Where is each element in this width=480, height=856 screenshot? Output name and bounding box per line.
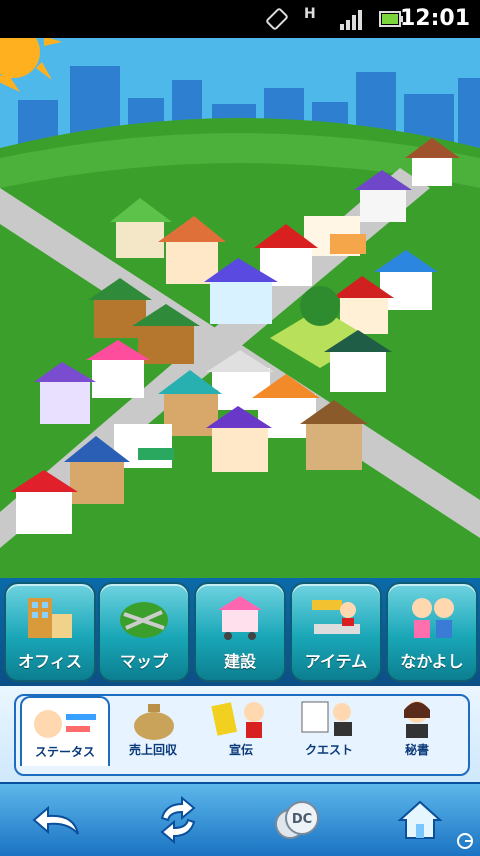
friends-icon [412,598,454,638]
money-bag-icon [134,704,174,740]
nav-items-button[interactable]: アイテム [290,582,382,682]
status-icon [34,710,96,738]
dc-coin-button[interactable]: DC [268,794,328,846]
tab-status[interactable]: ステータス [20,696,110,766]
tab-secretary[interactable]: 秘書 [374,696,460,764]
game-town-scene[interactable] [0,38,480,590]
signal-icon [340,10,362,30]
tab-collect-sales[interactable]: 売上回収 [110,696,196,764]
nav-items-label: アイテム [304,652,368,671]
nav-map-button[interactable]: マップ [98,582,190,682]
status-bar: H 12:01 [0,0,480,38]
back-arrow-icon [32,805,79,835]
tab-advertise[interactable]: 宣伝 [198,696,284,764]
quest-board-icon [301,701,352,736]
home-icon [397,800,443,839]
home-button[interactable] [390,794,450,846]
nav-map-label: マップ [119,652,168,671]
map-icon [120,602,168,638]
bottom-bar: DC [0,782,480,856]
construction-icon [218,596,262,640]
nav-office-button[interactable]: オフィス [4,582,96,682]
sub-nav: ステータス 売上回収 宣伝 クエスト 秘書 [0,686,480,782]
tab-quest-label: クエスト [304,743,353,757]
item-shop-icon [312,600,360,634]
watermark-logo-icon [457,833,473,849]
nav-friends-label: なかよし [400,652,464,671]
back-button[interactable] [28,794,88,846]
tab-advertise-label: 宣伝 [228,743,253,757]
nav-office-label: オフィス [18,652,82,671]
tab-collect-label: 売上回収 [128,743,177,757]
tab-status-label: ステータス [34,745,95,759]
refresh-icon [160,795,196,845]
nav-friends-button[interactable]: なかよし [386,582,478,682]
secretary-icon [404,701,430,738]
dc-label: DC [292,812,312,827]
vibrate-icon [266,8,288,30]
office-building-icon [28,598,72,638]
clock: 12:01 [399,6,470,31]
network-type: H [304,6,316,22]
nav-build-button[interactable]: 建設 [194,582,286,682]
advertise-sign-icon [211,702,264,738]
truck-shop [304,216,366,256]
tab-secretary-label: 秘書 [404,743,429,757]
dc-coin-icon: DC [275,801,319,839]
refresh-button[interactable] [148,794,208,846]
main-nav: オフィス マップ 建設 アイテム なかよし [0,578,480,686]
nav-build-label: 建設 [223,652,256,671]
tab-quest[interactable]: クエスト [286,696,372,764]
